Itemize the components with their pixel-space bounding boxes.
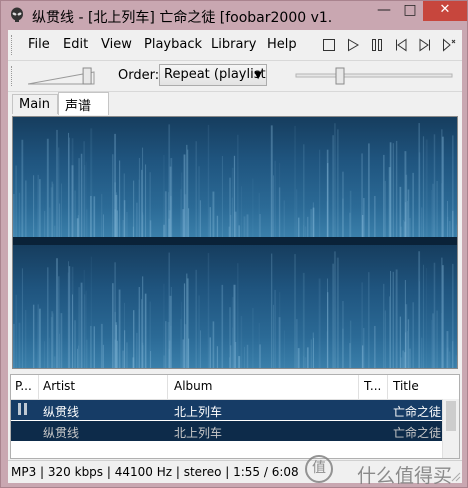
main-client-area: File Edit View Playback Library Help Ord…: [8, 30, 462, 487]
next-button[interactable]: [417, 37, 433, 53]
order-label: Order:: [118, 68, 160, 83]
row-artist: 纵贯线: [43, 426, 80, 440]
playlist-scrollbar[interactable]: [442, 399, 459, 458]
watermark-text: 什么值得买: [356, 465, 452, 487]
toolbar-grip[interactable]: [11, 35, 15, 55]
row-title: 亡命之徒: [393, 405, 442, 419]
minimize-button[interactable]: —: [371, 1, 397, 21]
pause-icon: [372, 39, 382, 51]
column-divider[interactable]: [387, 375, 388, 399]
row-album: 北上列车: [174, 405, 223, 419]
resize-grip-icon[interactable]: [451, 472, 461, 482]
row-title: 亡命之徒: [393, 426, 442, 440]
column-divider[interactable]: [167, 375, 168, 399]
toolbar: Order: Repeat (playlist) ▼: [8, 61, 462, 92]
menu-view[interactable]: View: [101, 37, 132, 52]
menu-playback[interactable]: Playback: [144, 37, 202, 52]
spectrogram-canvas: [13, 117, 457, 368]
row-artist: 纵贯线: [43, 405, 80, 419]
menu-file[interactable]: File: [28, 37, 50, 52]
tab-spectrogram[interactable]: 声谱: [58, 92, 109, 115]
title-bar[interactable]: 纵贯线 - [北上列车] 亡命之徒 [foobar2000 v1. — □ ✕: [1, 1, 467, 30]
col-artist[interactable]: Artist: [43, 379, 163, 393]
seek-thumb[interactable]: [335, 67, 345, 85]
col-album[interactable]: Album: [174, 379, 354, 393]
window-title: 纵贯线 - [北上列车] 亡命之徒 [foobar2000 v1.: [32, 10, 333, 26]
maximize-button[interactable]: □: [397, 1, 423, 21]
pause-button[interactable]: [369, 37, 385, 53]
volume-thumb[interactable]: [82, 67, 92, 85]
stop-button[interactable]: [321, 37, 337, 53]
playlist-view[interactable]: P... Artist Album T... Title 纵贯线 北上列车 亡命…: [10, 374, 460, 459]
next-icon: [419, 38, 430, 52]
column-divider[interactable]: [38, 375, 39, 399]
column-divider[interactable]: [358, 375, 359, 399]
menu-help[interactable]: Help: [267, 37, 297, 52]
menu-bar: File Edit View Playback Library Help: [8, 30, 462, 61]
chevron-down-icon: ▼: [254, 70, 262, 81]
menu-library[interactable]: Library: [211, 37, 256, 52]
previous-button[interactable]: [393, 37, 409, 53]
pause-icon: [16, 401, 30, 420]
order-dropdown[interactable]: Repeat (playlist) ▼: [159, 64, 267, 86]
menu-edit[interactable]: Edit: [63, 37, 88, 52]
playlist-row[interactable]: 纵贯线 北上列车 亡命之徒: [11, 421, 443, 441]
play-icon: [348, 38, 359, 52]
scrollbar-thumb[interactable]: [446, 401, 456, 431]
stop-icon: [323, 39, 335, 51]
col-track[interactable]: T...: [364, 379, 386, 393]
status-bar: MP3 | 320 kbps | 44100 Hz | stereo | 1:5…: [8, 455, 462, 487]
tab-strip: Main 声谱: [8, 92, 462, 115]
playlist-header: P... Artist Album T... Title: [11, 375, 459, 400]
col-title[interactable]: Title: [393, 379, 443, 393]
tab-main[interactable]: Main: [12, 94, 58, 114]
volume-slider[interactable]: [28, 66, 98, 86]
close-button[interactable]: ✕: [423, 1, 467, 21]
playlist-row[interactable]: 纵贯线 北上列车 亡命之徒: [11, 400, 443, 420]
play-button[interactable]: [345, 37, 361, 53]
col-playing[interactable]: P...: [15, 379, 37, 393]
order-dropdown-value: Repeat (playlist): [164, 67, 267, 82]
toolbar-grip-2[interactable]: [11, 66, 15, 86]
random-icon: [443, 38, 456, 52]
spectrogram-view: [12, 116, 458, 369]
random-button[interactable]: [441, 37, 457, 53]
status-text: MP3 | 320 kbps | 44100 Hz | stereo | 1:5…: [11, 465, 299, 479]
watermark-logo: 值: [305, 455, 333, 483]
foobar-alien-icon: [11, 7, 23, 22]
foobar-window: 纵贯线 - [北上列车] 亡命之徒 [foobar2000 v1. — □ ✕ …: [0, 0, 468, 488]
channel-divider: [13, 237, 457, 245]
previous-icon: [396, 38, 407, 52]
seek-bar[interactable]: [294, 66, 454, 86]
row-album: 北上列车: [174, 426, 223, 440]
